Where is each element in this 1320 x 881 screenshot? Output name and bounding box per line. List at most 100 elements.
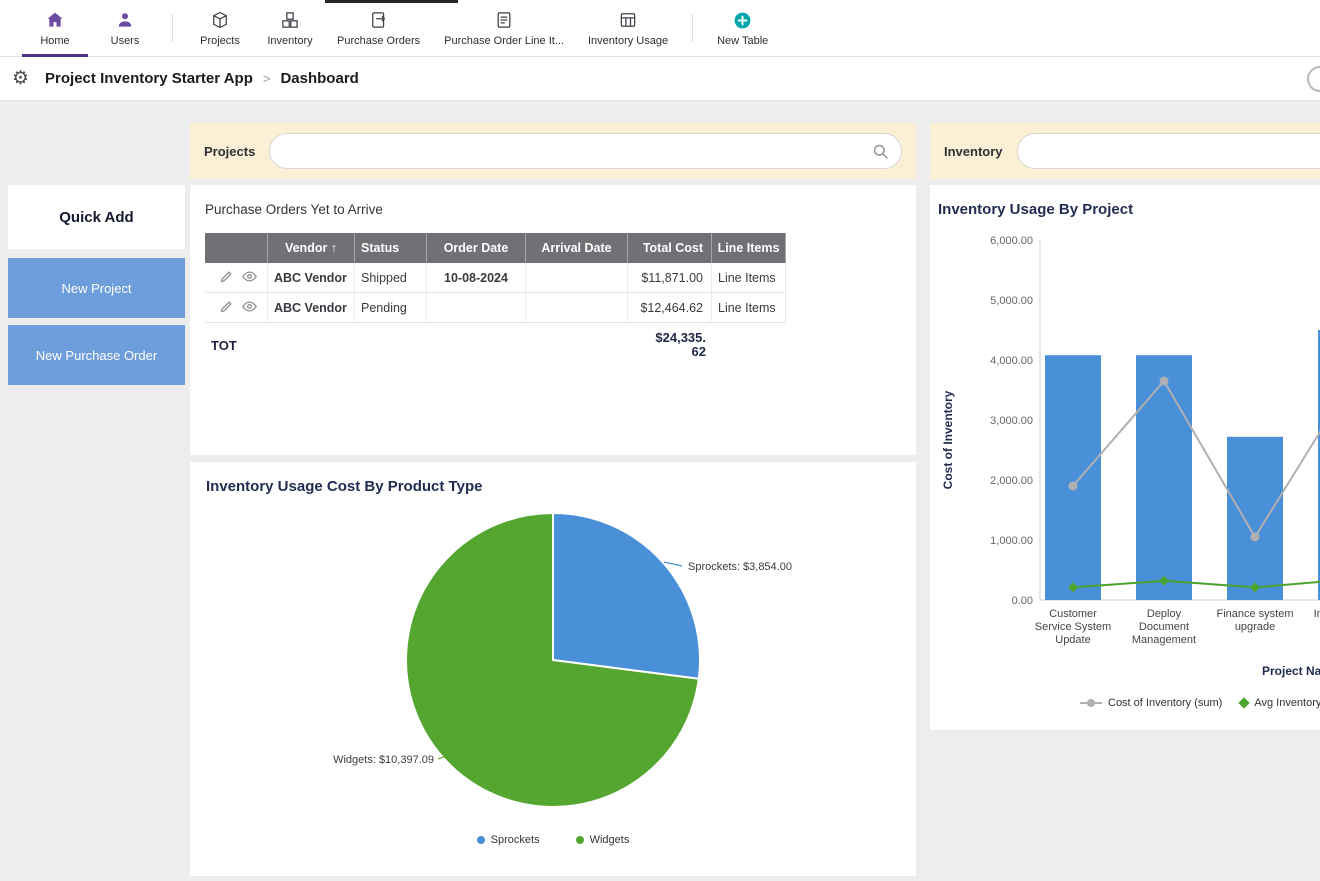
inventory-usage-icon — [618, 9, 638, 31]
status-cell: Pending — [355, 293, 427, 323]
total-cost-link[interactable]: $12,464.62 — [628, 293, 712, 323]
line-items-link[interactable]: Line Items — [712, 263, 786, 293]
x-category-label: DeployDocumentManagement — [1132, 608, 1196, 646]
x-axis-title: Project Name — [1262, 664, 1320, 678]
total-cost-link[interactable]: $11,871.00 — [628, 263, 712, 293]
search-icon[interactable] — [871, 142, 890, 166]
bar-2 — [1227, 437, 1283, 600]
tab-users-label: Users — [111, 35, 140, 47]
tab-projects[interactable]: Projects — [185, 0, 255, 56]
line-items-link[interactable]: Line Items — [712, 293, 786, 323]
order-date-cell: 10-08-2024 — [427, 263, 526, 293]
table-row: ABC Vendor Pending $12,464.62 Line Items — [205, 293, 786, 323]
svg-text:2,000.00: 2,000.00 — [990, 475, 1033, 487]
svg-text:5,000.00: 5,000.00 — [990, 295, 1033, 307]
window-artifact — [325, 0, 458, 3]
bar-chart-legend: Cost of Inventory (sum) Avg Inventory — [1080, 697, 1320, 709]
new-purchase-order-button[interactable]: New Purchase Order — [8, 325, 185, 385]
vendor-cell: ABC Vendor — [268, 293, 355, 323]
tab-new-table-label: New Table — [717, 35, 768, 47]
tab-inventory-usage-label: Inventory Usage — [588, 35, 668, 47]
row-actions — [205, 263, 268, 293]
order-date-cell — [427, 293, 526, 323]
tab-purchase-orders[interactable]: Purchase Orders — [325, 0, 432, 56]
inventory-search-panel: Inventory — [930, 123, 1320, 179]
bar-chart-panel: Inventory Usage By Project 0.001,000.002… — [930, 185, 1320, 730]
tab-new-table[interactable]: New Table — [705, 0, 780, 56]
app-title[interactable]: Project Inventory Starter App — [45, 70, 253, 87]
inventory-search-input[interactable] — [1018, 134, 1320, 168]
column-header-total-cost[interactable]: Total Cost — [628, 233, 712, 263]
edit-icon[interactable] — [219, 269, 234, 287]
top-navigation: Home Users Projects Inventory Purchase O… — [0, 0, 1320, 57]
breadcrumb-separator: > — [263, 71, 271, 86]
line-marker-icon — [1080, 699, 1102, 707]
new-project-button[interactable]: New Project — [8, 258, 185, 318]
line-marker — [1251, 533, 1260, 542]
column-header-line-items[interactable]: Line Items — [712, 233, 786, 263]
line-marker — [1069, 482, 1078, 491]
quick-add-header: Quick Add — [8, 185, 185, 249]
svg-text:3,000.00: 3,000.00 — [990, 415, 1033, 427]
bar-0 — [1045, 355, 1101, 600]
purchase-orders-title: Purchase Orders Yet to Arrive — [205, 202, 383, 217]
po-line-items-icon — [494, 9, 514, 31]
projects-search-input[interactable] — [270, 134, 901, 168]
pie-chart-panel: Inventory Usage Cost By Product Type Spr… — [190, 462, 916, 876]
vendor-cell: ABC Vendor — [268, 263, 355, 293]
column-header-vendor[interactable]: Vendor ↑ — [268, 233, 355, 263]
column-header-arrival-date[interactable]: Arrival Date — [526, 233, 628, 263]
column-header-order-date[interactable]: Order Date — [427, 233, 526, 263]
purchase-orders-panel: Purchase Orders Yet to Arrive Vendor ↑ S… — [190, 185, 916, 455]
line-marker — [1160, 377, 1169, 386]
legend-label: Sprockets — [491, 834, 540, 846]
svg-text:6,000.00: 6,000.00 — [990, 235, 1033, 247]
table-footer-row: TOT $24,335. 62 — [205, 331, 786, 359]
pie-slice-sprockets — [553, 513, 700, 679]
pie-callout-widgets: Widgets: $10,397.09 — [333, 754, 434, 766]
tab-home-label: Home — [40, 35, 69, 47]
view-icon[interactable] — [241, 298, 258, 318]
svg-text:4,000.00: 4,000.00 — [990, 355, 1033, 367]
edit-icon[interactable] — [219, 299, 234, 317]
breadcrumb: ⚙ Project Inventory Starter App > Dashbo… — [0, 57, 1320, 101]
tab-projects-label: Projects — [200, 35, 240, 47]
bar-1 — [1136, 355, 1192, 600]
tab-purchase-order-line-items[interactable]: Purchase Order Line It... — [432, 0, 576, 56]
tab-inventory-usage[interactable]: Inventory Usage — [576, 0, 680, 56]
legend-dot-widgets — [576, 836, 584, 844]
table-header-row: Vendor ↑ Status Order Date Arrival Date … — [205, 233, 786, 263]
nav-divider — [692, 14, 693, 42]
pie-chart-legend: Sprockets Widgets — [190, 834, 916, 846]
nav-divider — [172, 14, 173, 42]
totals-value: $24,335. 62 — [628, 331, 712, 359]
bar-chart: 0.001,000.002,000.003,000.004,000.005,00… — [930, 185, 1320, 730]
inventory-search-pill — [1017, 133, 1320, 169]
tab-users[interactable]: Users — [90, 0, 160, 56]
tab-home[interactable]: Home — [20, 0, 90, 56]
dashboard-page: { "colors": { "accent_purple": "#6a4b9f"… — [0, 0, 1320, 881]
legend-label: Widgets — [590, 834, 630, 846]
table-row: ABC Vendor Shipped 10-08-2024 $11,871.00… — [205, 263, 786, 293]
x-category-label: CustomerService SystemUpdate — [1035, 608, 1111, 646]
inventory-icon — [280, 9, 300, 31]
tab-inventory[interactable]: Inventory — [255, 0, 325, 56]
diamond-marker-icon — [1239, 697, 1250, 708]
projects-search-pill — [269, 133, 902, 169]
pie-callout-sprockets: Sprockets: $3,854.00 — [688, 561, 792, 573]
purchase-orders-table: Vendor ↑ Status Order Date Arrival Date … — [205, 233, 786, 359]
users-icon — [115, 9, 135, 31]
view-icon[interactable] — [241, 268, 258, 288]
new-table-icon — [732, 9, 753, 31]
x-category-label: Infrastructureupgrade — [1314, 608, 1320, 633]
x-category-label: Finance systemupgrade — [1216, 608, 1293, 633]
svg-text:1,000.00: 1,000.00 — [990, 535, 1033, 547]
projects-search-label: Projects — [204, 144, 255, 159]
column-header-actions — [205, 233, 268, 263]
account-icon[interactable] — [1307, 66, 1320, 92]
legend-label: Avg Inventory — [1254, 697, 1320, 709]
gear-icon[interactable]: ⚙ — [12, 69, 29, 88]
purchase-orders-icon — [369, 9, 389, 31]
column-header-status[interactable]: Status — [355, 233, 427, 263]
tab-purchase-orders-label: Purchase Orders — [337, 35, 420, 47]
